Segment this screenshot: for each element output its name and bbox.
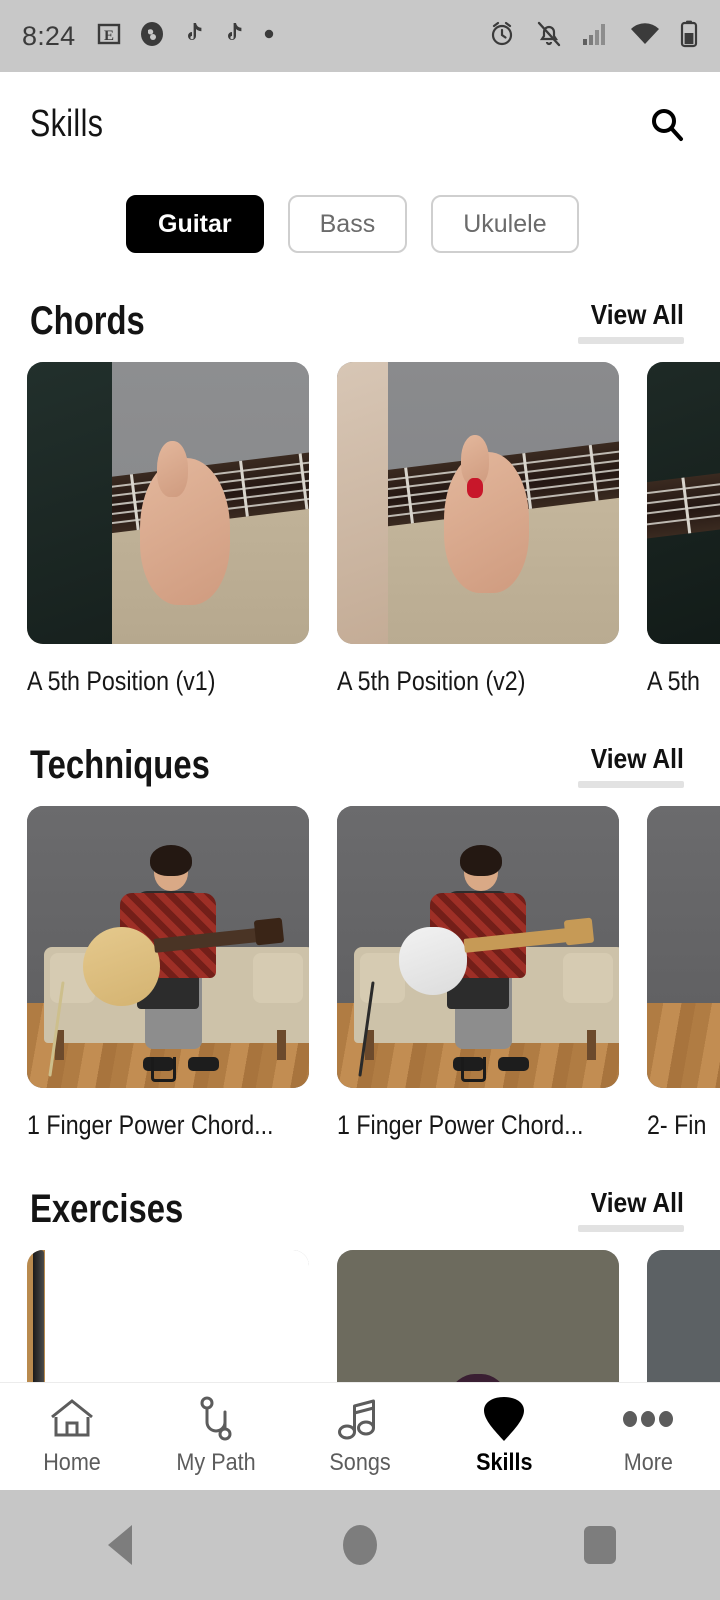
technique-card[interactable]: 1 Finger Power Chord... [27, 806, 309, 1141]
chord-card[interactable]: A 5th Position (v2) [337, 362, 619, 697]
section-techniques-title: Techniques [30, 743, 210, 787]
chip-ukulele[interactable]: Ukulele [431, 195, 579, 253]
chord-card-image [27, 362, 309, 644]
tiktok-icon [183, 21, 205, 52]
instrument-filter-chips: Guitar Bass Ukulele [0, 177, 720, 253]
bottom-navigation: Home My Path Songs Skills More [0, 1382, 720, 1490]
nav-item-home[interactable]: Home [0, 1397, 144, 1477]
chords-card-row[interactable]: A 5th Position (v1) A 5th Position (v2) … [0, 362, 720, 697]
chip-guitar[interactable]: Guitar [126, 195, 264, 253]
chord-card-label: A 5th [647, 666, 700, 696]
alarm-icon [488, 20, 516, 53]
music-notes-icon [335, 1397, 385, 1441]
view-all-underline [578, 337, 684, 344]
search-icon [652, 108, 683, 141]
technique-card-label: 2- Fin [647, 1110, 707, 1140]
system-home-button[interactable] [240, 1525, 480, 1565]
view-all-underline [578, 781, 684, 788]
status-bar: 8:24 E [0, 0, 720, 72]
notifications-muted-icon [536, 20, 562, 53]
chord-card-label: A 5th Position (v1) [27, 666, 216, 696]
system-back-button[interactable] [0, 1525, 240, 1565]
view-all-techniques[interactable]: View All [578, 743, 684, 788]
status-bar-system-icons [488, 20, 698, 53]
cellular-signal-icon [582, 22, 610, 51]
tiktok-icon [223, 21, 245, 52]
app-badge-icon [139, 21, 165, 52]
technique-card-image [27, 806, 309, 1088]
technique-card-image [647, 806, 720, 1088]
section-chords-header: Chords View All [0, 299, 720, 344]
path-icon [191, 1396, 241, 1441]
chord-card[interactable]: A 5th Position (v1) [27, 362, 309, 697]
search-button[interactable] [644, 102, 690, 148]
view-all-underline [578, 1225, 684, 1232]
technique-card-image [337, 806, 619, 1088]
back-triangle-icon [108, 1525, 132, 1565]
technique-card[interactable]: 2- Fin [647, 806, 720, 1141]
page-title: Skills [30, 103, 104, 145]
chip-bass[interactable]: Bass [287, 195, 408, 253]
chip-guitar-label: Guitar [158, 209, 232, 238]
technique-card-label: 1 Finger Power Chord... [27, 1110, 274, 1140]
section-techniques-header: Techniques View All [0, 743, 720, 788]
home-circle-icon [343, 1525, 377, 1565]
view-all-techniques-label: View All [590, 743, 684, 774]
chord-card-image [337, 362, 619, 644]
battery-icon [680, 20, 698, 53]
nav-item-songs[interactable]: Songs [288, 1397, 432, 1477]
chip-ukulele-label: Ukulele [463, 209, 547, 238]
nav-item-songs-label: Songs [329, 1448, 391, 1476]
wifi-icon [630, 22, 660, 51]
nav-item-home-label: Home [43, 1448, 101, 1476]
status-bar-notification-icons: E [97, 21, 275, 52]
nav-item-skills[interactable]: Skills [432, 1396, 576, 1477]
svg-text:E: E [104, 28, 114, 44]
section-chords: Chords View All A 5th Position (v1) A 5t… [0, 299, 720, 697]
home-icon [47, 1397, 97, 1441]
chord-card-image [647, 362, 720, 644]
email-icon: E [97, 22, 121, 51]
dot-icon [263, 27, 275, 45]
view-all-exercises[interactable]: View All [578, 1187, 684, 1232]
system-navigation-bar [0, 1490, 720, 1600]
nav-item-more-label: More [623, 1448, 673, 1476]
chip-bass-label: Bass [319, 209, 376, 238]
techniques-card-row[interactable]: 1 Finger Power Chord... 1 Finger Power C… [0, 806, 720, 1141]
app-header: Skills [0, 72, 720, 177]
technique-card-label: 1 Finger Power Chord... [337, 1110, 584, 1140]
system-recents-button[interactable] [480, 1526, 720, 1564]
recents-square-icon [584, 1526, 616, 1564]
section-exercises-title: Exercises [30, 1187, 184, 1231]
section-chords-title: Chords [30, 299, 145, 343]
nav-item-my-path-label: My Path [176, 1448, 256, 1476]
section-exercises-header: Exercises View All [0, 1187, 720, 1232]
view-all-chords-label: View All [590, 299, 684, 330]
technique-card[interactable]: 1 Finger Power Chord... [337, 806, 619, 1141]
chord-card-label: A 5th Position (v2) [337, 666, 526, 696]
view-all-exercises-label: View All [590, 1187, 684, 1218]
more-dots-icon [621, 1397, 675, 1441]
view-all-chords[interactable]: View All [578, 299, 684, 344]
guitar-pick-icon [481, 1396, 527, 1441]
nav-item-my-path[interactable]: My Path [144, 1396, 288, 1477]
status-bar-clock: 8:24 [22, 20, 76, 51]
nav-item-more[interactable]: More [576, 1397, 720, 1477]
chord-card[interactable]: A 5th [647, 362, 720, 697]
section-techniques: Techniques View All 1 Finger Power Chord… [0, 743, 720, 1141]
nav-item-skills-label: Skills [475, 1448, 533, 1476]
